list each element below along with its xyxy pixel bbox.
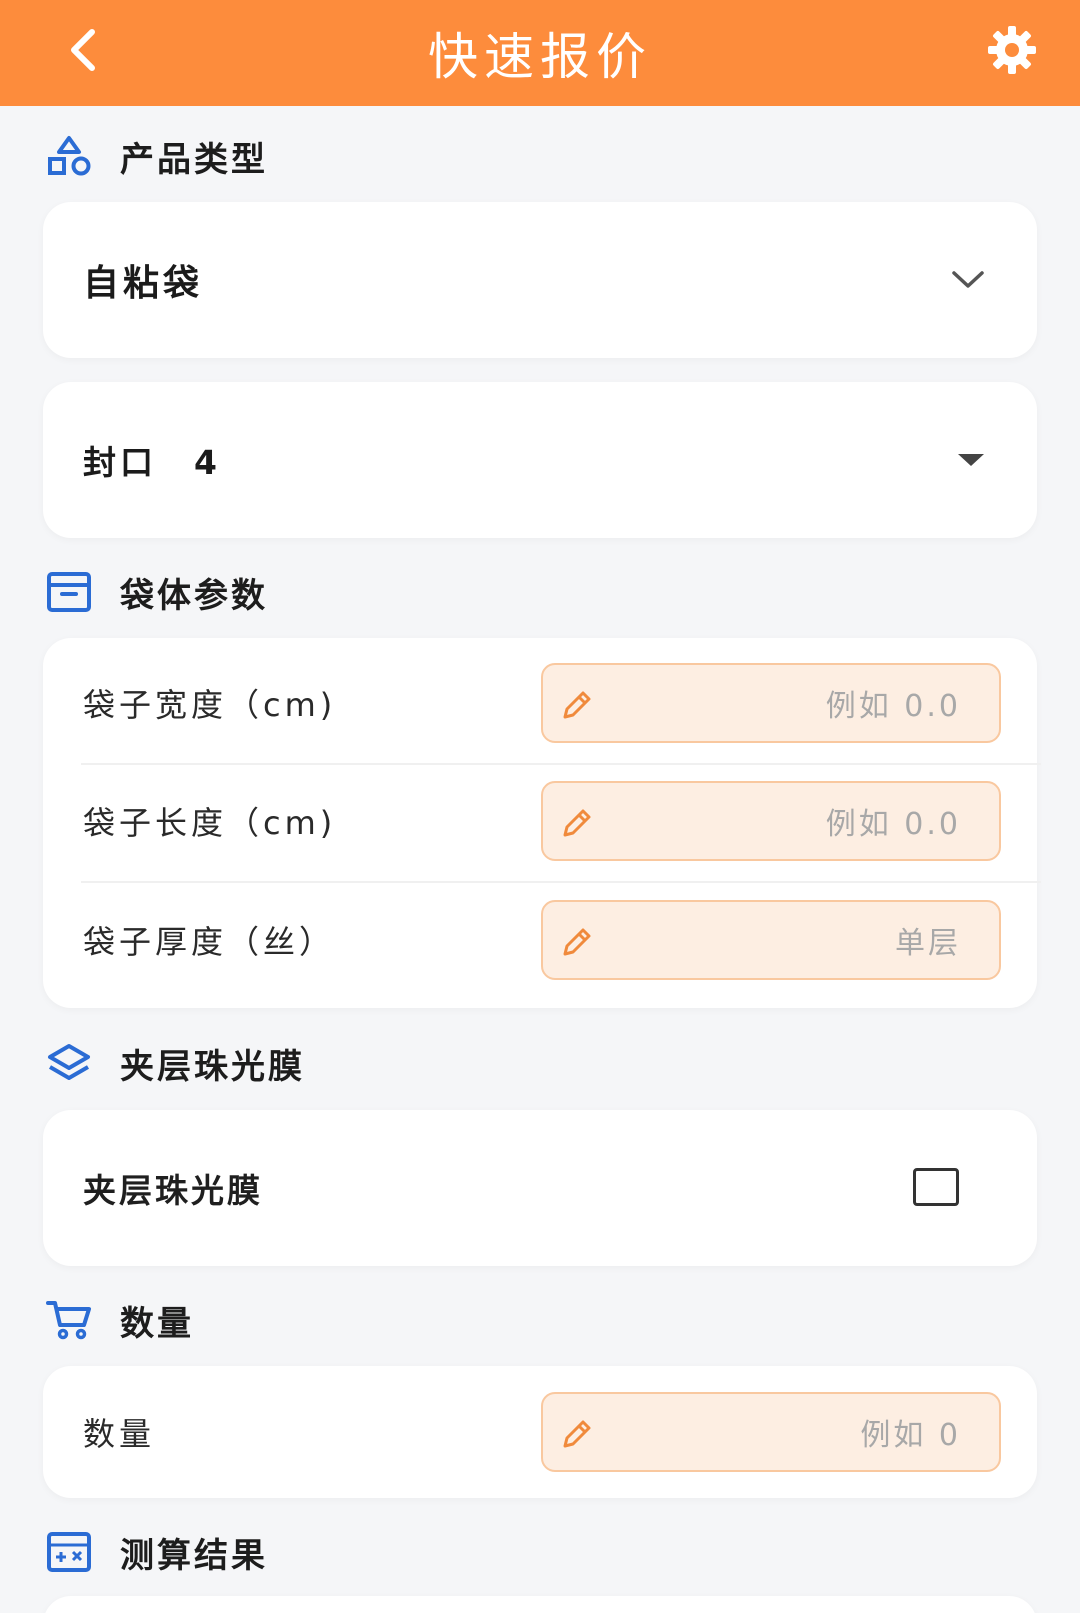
top-app-bar: 快速报价 xyxy=(0,0,1080,106)
back-button[interactable] xyxy=(54,20,114,80)
section-bag-params: 袋体参数 xyxy=(46,567,268,617)
input-placeholder: 例如 0.0 xyxy=(825,807,961,842)
pencil-icon xyxy=(563,809,591,837)
cart-icon xyxy=(46,1297,92,1343)
shapes-icon xyxy=(46,133,92,179)
product-select-card: 自粘袋 xyxy=(43,202,1037,358)
length-input[interactable]: 例如 0.0 xyxy=(541,781,1001,861)
product-type-select[interactable]: 自粘袋 xyxy=(43,202,1037,358)
archive-box-icon xyxy=(46,569,92,615)
quantity-field-row: 数量 例如 0 xyxy=(43,1373,1037,1491)
calculator-icon xyxy=(46,1529,92,1575)
seal-select-card: 封口 4 xyxy=(43,382,1037,538)
field-label: 数量 xyxy=(83,1415,156,1453)
gear-icon xyxy=(988,26,1036,74)
caret-down-icon xyxy=(958,454,984,466)
field-label: 袋子长度（cm) xyxy=(83,804,337,842)
product-type-value: 自粘袋 xyxy=(83,263,204,304)
thickness-input[interactable]: 单层 xyxy=(541,900,1001,980)
quantity-input[interactable]: 例如 0 xyxy=(541,1392,1001,1472)
pearl-film-card: 夹层珠光膜 xyxy=(43,1110,1037,1266)
input-placeholder: 单层 xyxy=(895,926,961,961)
pencil-icon xyxy=(563,1420,591,1448)
section-title: 夹层珠光膜 xyxy=(120,1046,305,1087)
pencil-icon xyxy=(563,928,591,956)
section-title: 测算结果 xyxy=(120,1535,268,1576)
width-field-row: 袋子宽度（cm) 例如 0.0 xyxy=(43,644,1037,762)
width-input[interactable]: 例如 0.0 xyxy=(541,663,1001,743)
chevron-left-icon xyxy=(71,29,95,71)
section-quantity: 数量 xyxy=(46,1295,194,1345)
section-product-type: 产品类型 xyxy=(46,131,268,181)
field-label: 袋子宽度（cm) xyxy=(83,686,337,724)
settings-button[interactable] xyxy=(982,20,1042,80)
field-label: 袋子厚度（丝） xyxy=(83,923,336,961)
chevron-down-icon xyxy=(952,271,984,288)
result-card xyxy=(43,1596,1037,1613)
section-title: 数量 xyxy=(120,1303,194,1344)
input-placeholder: 例如 0.0 xyxy=(825,689,961,724)
input-placeholder: 例如 0 xyxy=(860,1418,961,1453)
page-title: 快速报价 xyxy=(428,28,652,86)
bag-params-card: 袋子宽度（cm) 例如 0.0 袋子长度（cm) 例如 0.0 袋子厚度（丝） xyxy=(43,638,1041,1008)
seal-value: 封口 4 xyxy=(83,443,221,482)
pencil-icon xyxy=(563,691,591,719)
thickness-field-row: 袋子厚度（丝） 单层 xyxy=(43,881,1037,999)
pearl-film-checkbox[interactable] xyxy=(913,1168,959,1206)
section-pearl-film: 夹层珠光膜 xyxy=(46,1038,305,1088)
section-result: 测算结果 xyxy=(46,1527,268,1577)
quantity-card: 数量 例如 0 xyxy=(43,1366,1037,1498)
pearl-film-label: 夹层珠光膜 xyxy=(83,1171,263,1210)
section-title: 产品类型 xyxy=(120,139,268,180)
section-title: 袋体参数 xyxy=(120,575,268,616)
layers-icon xyxy=(46,1040,92,1086)
seal-select[interactable]: 封口 4 xyxy=(43,382,1037,538)
length-field-row: 袋子长度（cm) 例如 0.0 xyxy=(43,762,1037,880)
